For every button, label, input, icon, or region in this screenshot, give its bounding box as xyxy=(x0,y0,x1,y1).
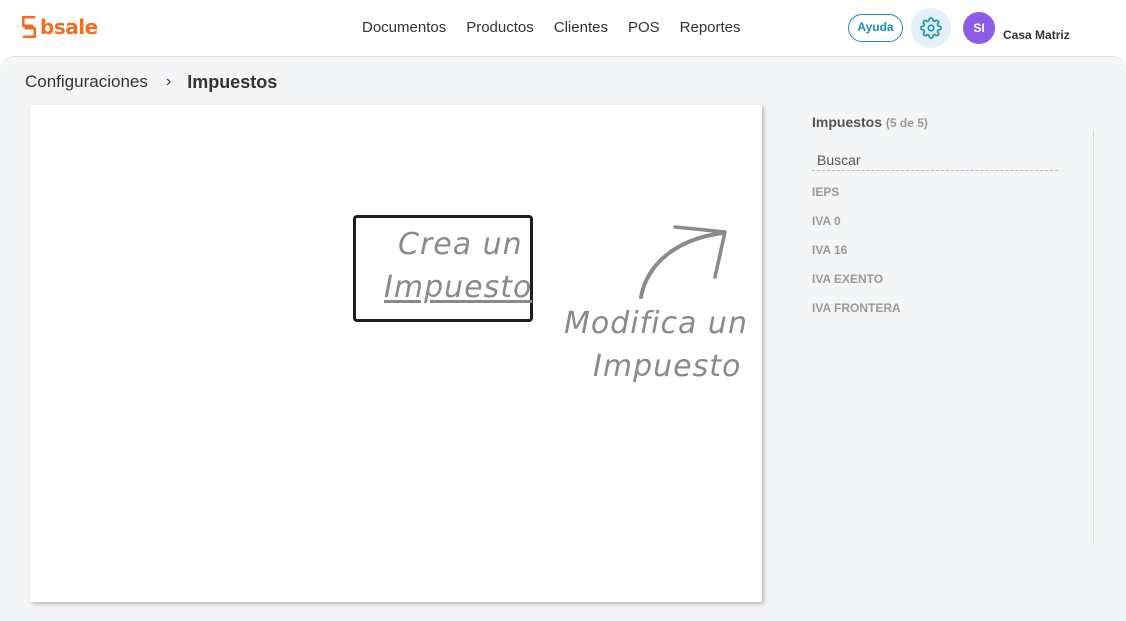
user-avatar[interactable]: SI xyxy=(963,12,995,44)
nav-item-clientes[interactable]: Clientes xyxy=(544,18,618,38)
tax-list-title: Impuestos xyxy=(812,114,883,130)
create-tax-label-line2: Impuesto xyxy=(384,270,533,305)
create-tax-label-line1: Crea un xyxy=(398,227,523,262)
main-nav: Documentos Productos Clientes POS Report… xyxy=(352,18,751,38)
tax-item-iva-exento[interactable]: IVA EXENTO xyxy=(812,272,901,301)
tax-list: IEPS IVA 0 IVA 16 IVA EXENTO IVA FRONTER… xyxy=(812,185,901,330)
tax-search-input[interactable] xyxy=(812,149,1058,171)
bsale-logo-icon xyxy=(22,16,36,38)
brand-name: bsale xyxy=(40,15,98,39)
chevron-right-icon: › xyxy=(165,73,172,90)
tax-count-badge: (5 de 5) xyxy=(885,116,928,130)
nav-item-reportes[interactable]: Reportes xyxy=(670,18,751,38)
nav-item-productos[interactable]: Productos xyxy=(456,18,544,38)
tax-list-panel: Impuestos (5 de 5) IEPS IVA 0 IVA 16 IVA… xyxy=(812,113,1102,315)
create-tax-button[interactable]: Crea un Impuesto xyxy=(353,215,533,322)
breadcrumb-configuraciones[interactable]: Configuraciones xyxy=(25,72,148,92)
page-title: Impuestos xyxy=(187,72,278,92)
modify-tax-hint-line1: Modifica un xyxy=(564,306,748,341)
nav-item-documentos[interactable]: Documentos xyxy=(352,18,456,38)
tax-item-iva-frontera[interactable]: IVA FRONTERA xyxy=(812,301,901,330)
top-navbar: bsale Documentos Productos Clientes POS … xyxy=(0,0,1126,56)
help-button[interactable]: Ayuda xyxy=(848,14,903,42)
curved-arrow-icon xyxy=(639,225,727,299)
breadcrumb: Configuraciones › Impuestos xyxy=(25,72,277,92)
nav-item-pos[interactable]: POS xyxy=(618,18,670,38)
content-area: Configuraciones › Impuestos Crea un Impu… xyxy=(0,56,1126,621)
tax-editor-canvas: Crea un Impuesto Modifica un Impuesto xyxy=(30,105,762,602)
modify-tax-hint-line2: Impuesto xyxy=(593,349,742,384)
settings-button[interactable] xyxy=(911,8,951,48)
tax-item-iva-0[interactable]: IVA 0 xyxy=(812,214,901,243)
sidebar-scroll-track xyxy=(1093,130,1094,545)
tax-item-ieps[interactable]: IEPS xyxy=(812,185,901,214)
branch-name[interactable]: Casa Matriz xyxy=(1003,28,1070,42)
tax-item-iva-16[interactable]: IVA 16 xyxy=(812,243,901,272)
brand-logo[interactable]: bsale xyxy=(22,15,98,39)
tax-list-header: Impuestos (5 de 5) xyxy=(812,113,1102,132)
gear-icon xyxy=(920,17,942,39)
